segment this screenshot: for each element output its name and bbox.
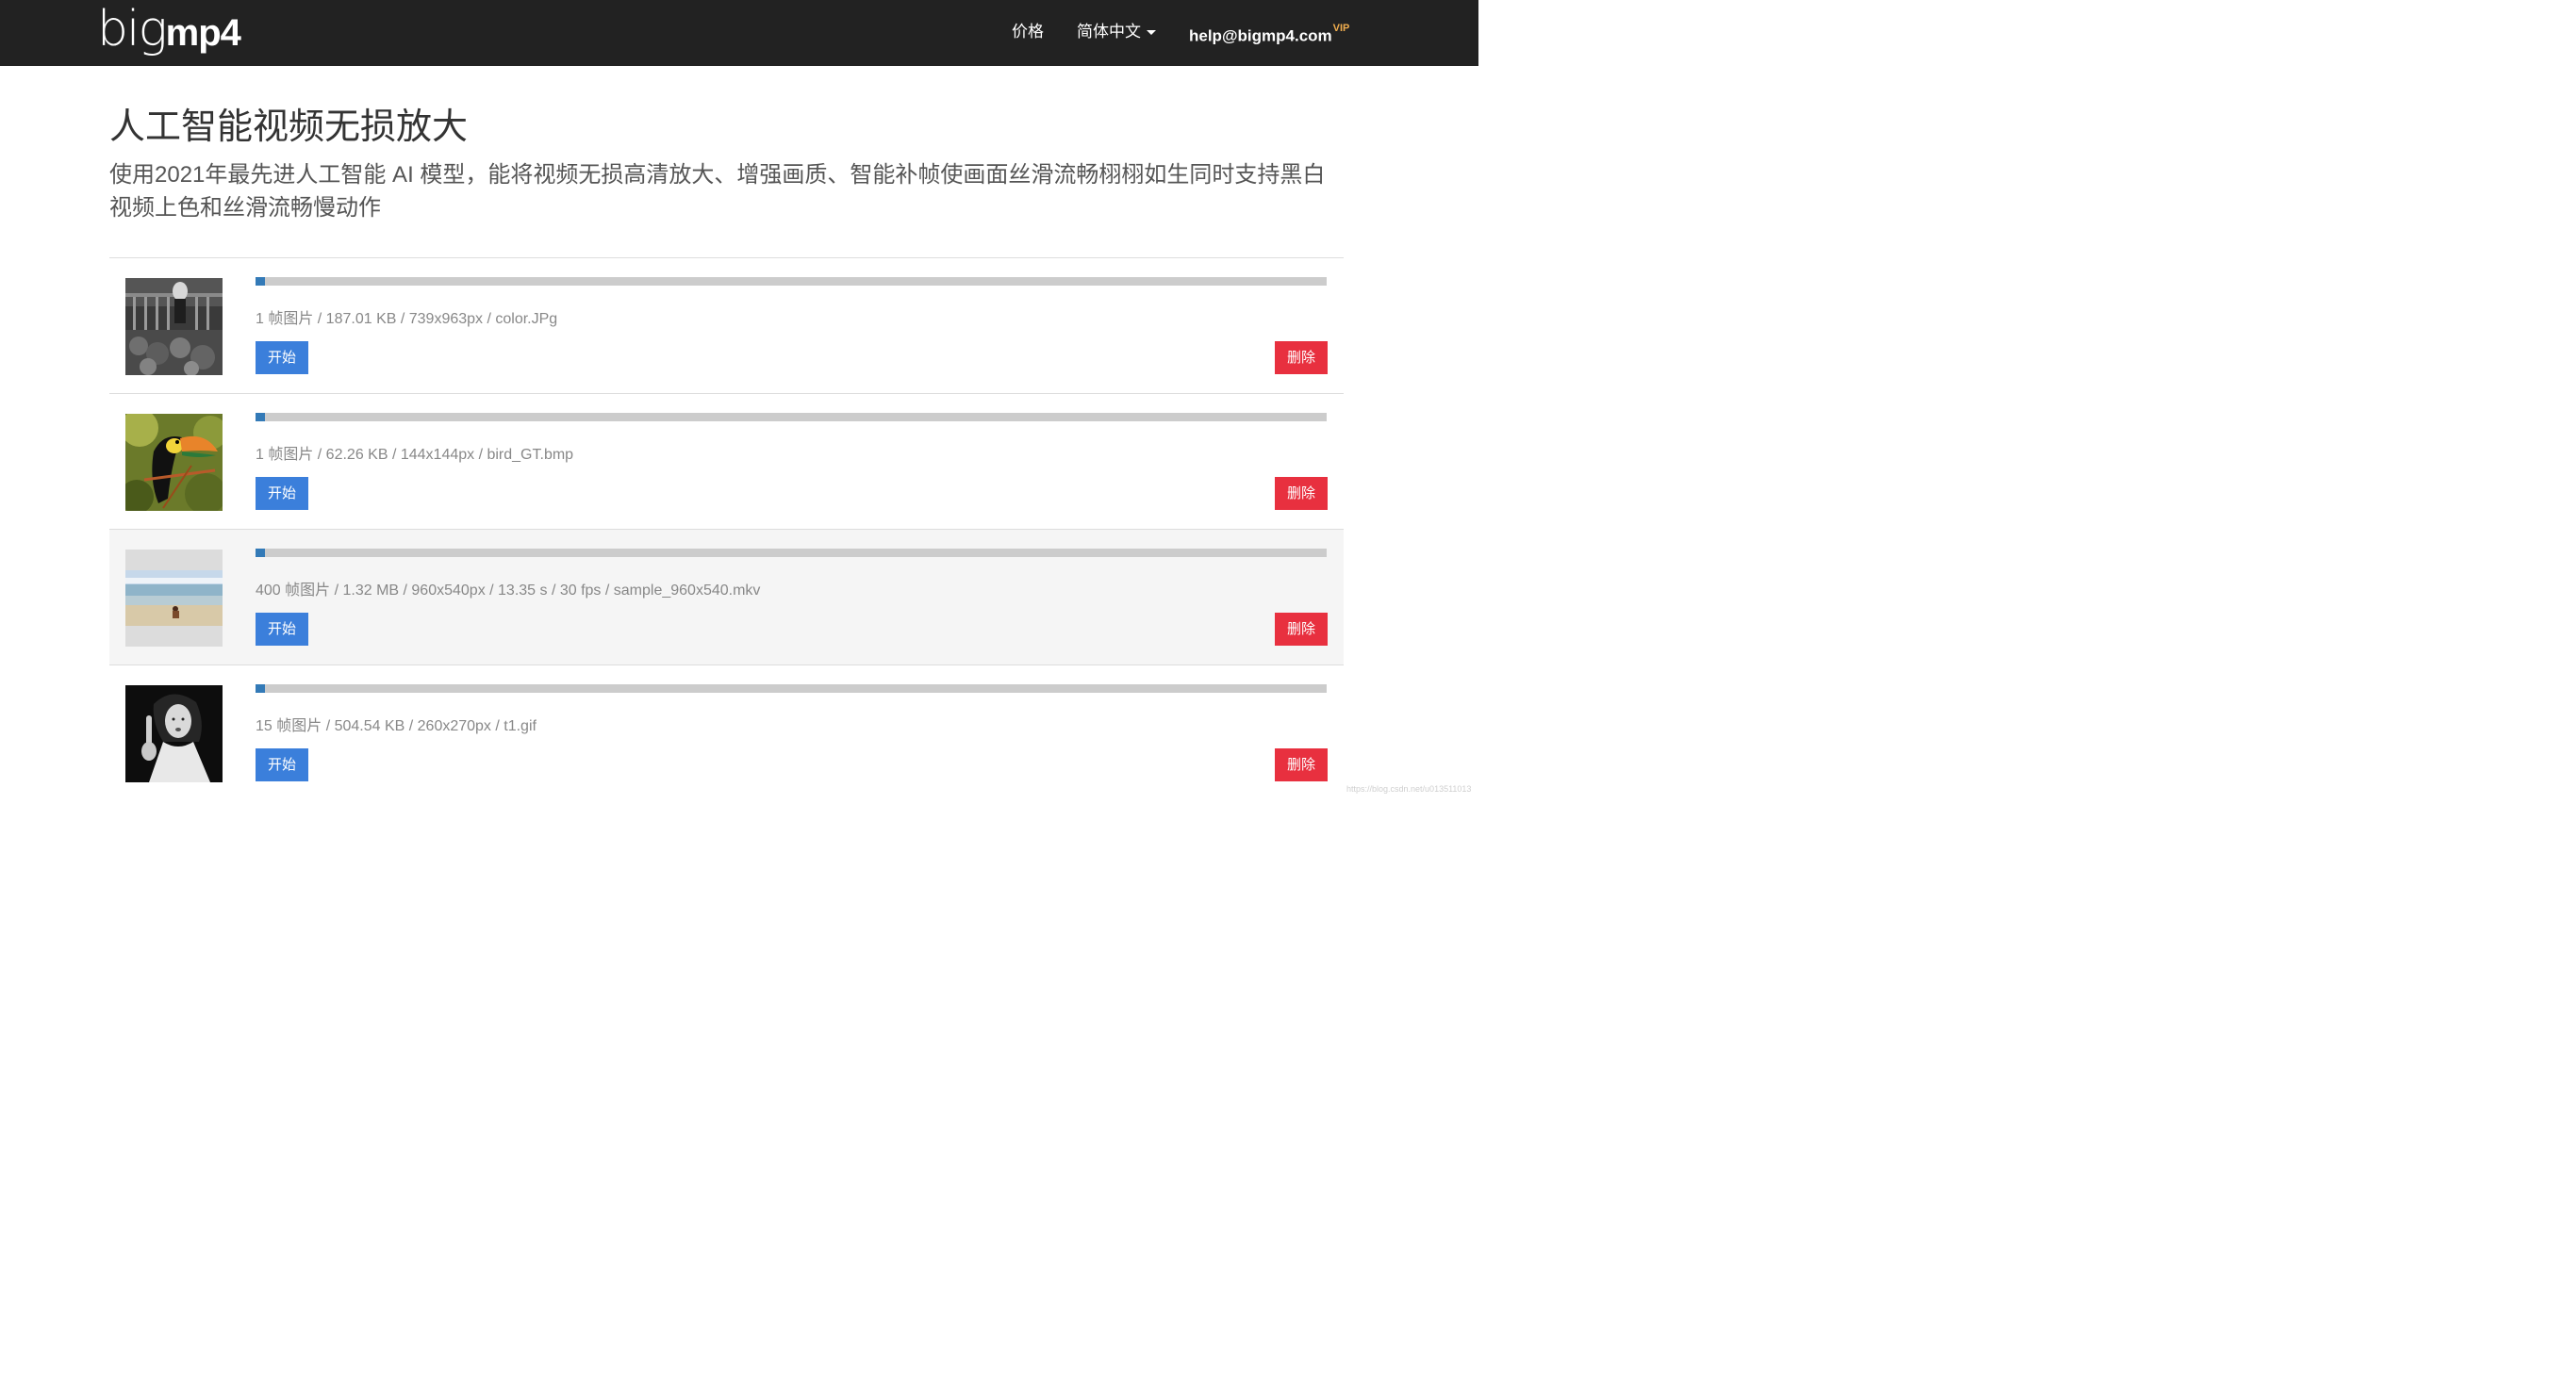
progress-fill (256, 413, 266, 421)
file-thumbnail (125, 550, 223, 647)
bigmp4-logo[interactable]: bigmp4 (97, 0, 241, 58)
file-meta: 400 帧图片 / 1.32 MB / 960x540px / 13.35 s … (256, 583, 761, 599)
start-button[interactable]: 开始 (256, 613, 309, 646)
start-button[interactable]: 开始 (256, 748, 309, 781)
street-photo-image (125, 278, 223, 375)
upload-progress-bar (256, 277, 1327, 286)
logo-text-light: big (97, 1, 168, 57)
upload-progress-bar (256, 684, 1327, 693)
progress-fill (256, 684, 266, 693)
file-meta: 1 帧图片 / 187.01 KB / 739x963px / color.JP… (256, 311, 558, 327)
file-thumbnail (125, 414, 223, 511)
file-list: 1 帧图片 / 187.01 KB / 739x963px / color.JP… (109, 257, 1344, 801)
nav-price-link[interactable]: 价格 (1012, 21, 1044, 43)
file-thumbnail (125, 278, 223, 375)
account-email: help@bigmp4.com (1189, 26, 1332, 45)
caret-down-icon (1147, 30, 1156, 36)
delete-button[interactable]: 删除 (1275, 341, 1329, 374)
top-navbar: bigmp4 价格 简体中文 help@bigmp4.comVIP (0, 0, 1478, 66)
vip-badge: VIP (1332, 23, 1350, 34)
progress-fill (256, 549, 266, 557)
account-email-link[interactable]: help@bigmp4.comVIP (1189, 21, 1349, 48)
delete-button[interactable]: 删除 (1275, 477, 1329, 510)
language-dropdown[interactable]: 简体中文 (1077, 21, 1156, 43)
page-title: 人工智能视频无损放大 (109, 107, 469, 147)
upload-progress-bar (256, 549, 1327, 557)
upload-progress-bar (256, 413, 1327, 421)
file-meta: 1 帧图片 / 62.26 KB / 144x144px / bird_GT.b… (256, 447, 574, 463)
delete-button[interactable]: 删除 (1275, 613, 1329, 646)
file-item: 1 帧图片 / 187.01 KB / 739x963px / color.JP… (109, 258, 1344, 394)
file-item: 1 帧图片 / 62.26 KB / 144x144px / bird_GT.b… (109, 394, 1344, 530)
beach-video-image (125, 550, 223, 647)
progress-fill (256, 277, 266, 286)
toucan-photo-image (125, 414, 223, 511)
page-subtitle: 使用2021年最先进人工智能 AI 模型，能将视频无损高清放大、增强画质、智能补… (109, 162, 1326, 221)
delete-button[interactable]: 删除 (1275, 748, 1329, 781)
file-thumbnail (125, 685, 223, 782)
file-meta: 15 帧图片 / 504.54 KB / 260x270px / t1.gif (256, 718, 537, 734)
file-item: 15 帧图片 / 504.54 KB / 260x270px / t1.gif … (109, 665, 1344, 801)
source-watermark: https://blog.csdn.net/u013511013 (1346, 784, 1472, 794)
start-button[interactable]: 开始 (256, 477, 309, 510)
logo-text-bold: mp4 (165, 12, 241, 54)
file-item: 400 帧图片 / 1.32 MB / 960x540px / 13.35 s … (109, 530, 1344, 665)
language-label: 简体中文 (1077, 23, 1141, 41)
portrait-photo-image (125, 685, 223, 782)
start-button[interactable]: 开始 (256, 341, 309, 374)
